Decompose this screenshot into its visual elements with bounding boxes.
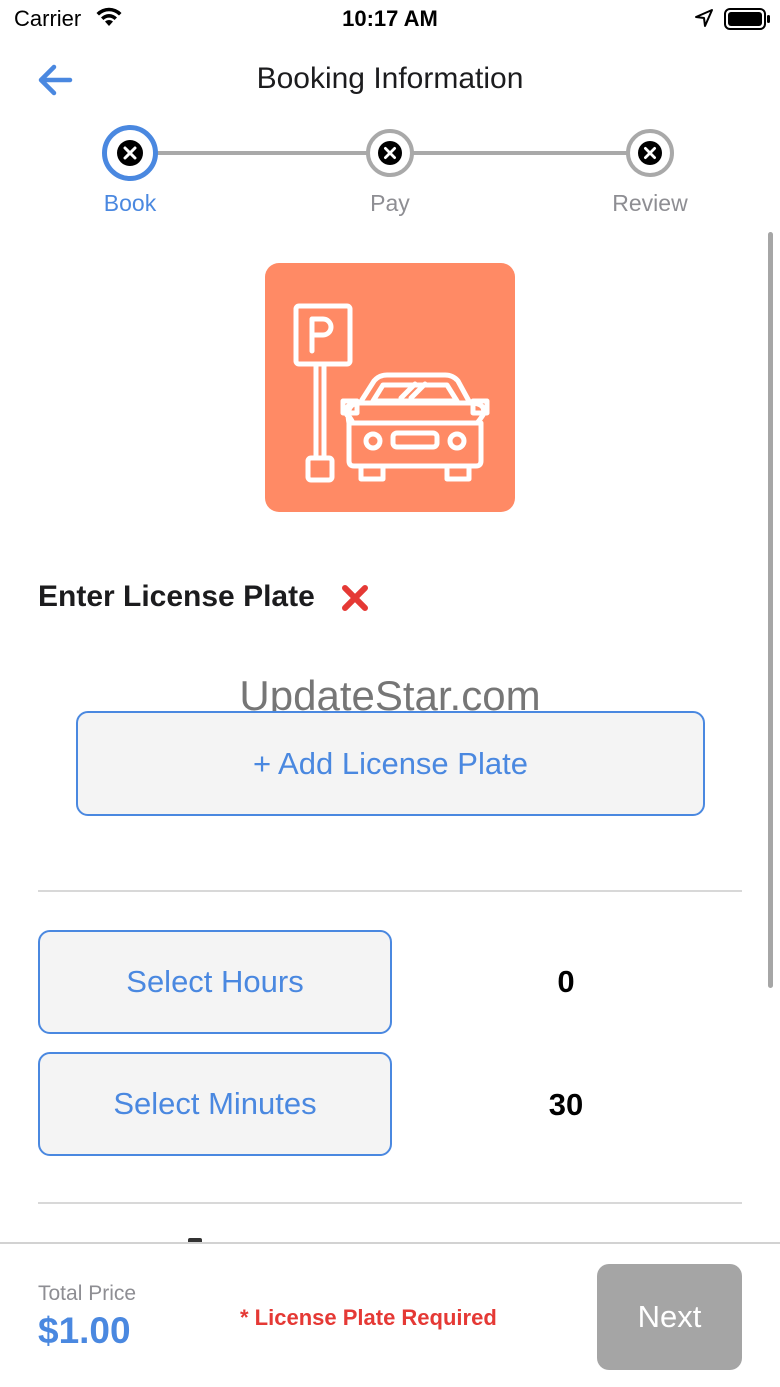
- x-circle-icon: [638, 141, 662, 165]
- step-connector: [154, 151, 370, 155]
- booking-stepper: Book Pay Review: [0, 120, 780, 230]
- parking-car-icon: [293, 303, 490, 483]
- parking-illustration: [265, 263, 515, 512]
- step-book-indicator[interactable]: [102, 125, 158, 181]
- booking-footer: Total Price $1.00 * License Plate Requir…: [0, 1242, 780, 1387]
- license-required-message: * License Plate Required: [240, 1305, 497, 1330]
- step-pay-label[interactable]: Pay: [320, 190, 460, 217]
- step-connector: [412, 151, 630, 155]
- total-price-label: Total Price: [38, 1282, 137, 1305]
- divider: [38, 1202, 742, 1204]
- license-plate-heading: Enter License Plate: [38, 580, 315, 613]
- clock: 10:17 AM: [342, 6, 438, 31]
- select-minutes-button[interactable]: Select Minutes: [38, 1052, 392, 1156]
- step-review-label[interactable]: Review: [580, 190, 720, 217]
- total-price-value: $1.00: [38, 1310, 131, 1351]
- step-pay-indicator[interactable]: [366, 129, 414, 177]
- red-x-icon: [342, 585, 368, 611]
- scroll-indicator[interactable]: [768, 232, 773, 988]
- divider: [38, 890, 742, 892]
- add-license-plate-button[interactable]: + Add License Plate: [76, 711, 705, 816]
- hours-value: 0: [557, 964, 575, 999]
- next-button[interactable]: Next: [597, 1264, 742, 1370]
- battery-icon: [724, 8, 770, 30]
- status-bar: Carrier 10:17 AM: [0, 0, 780, 44]
- step-review-indicator[interactable]: [626, 129, 674, 177]
- minutes-value: 30: [548, 1087, 584, 1122]
- page-title: Booking Information: [256, 62, 524, 95]
- step-book-label[interactable]: Book: [60, 190, 200, 217]
- x-circle-icon: [117, 140, 143, 166]
- location-arrow-icon: [695, 9, 713, 27]
- select-hours-button[interactable]: Select Hours: [38, 930, 392, 1034]
- x-circle-icon: [378, 141, 402, 165]
